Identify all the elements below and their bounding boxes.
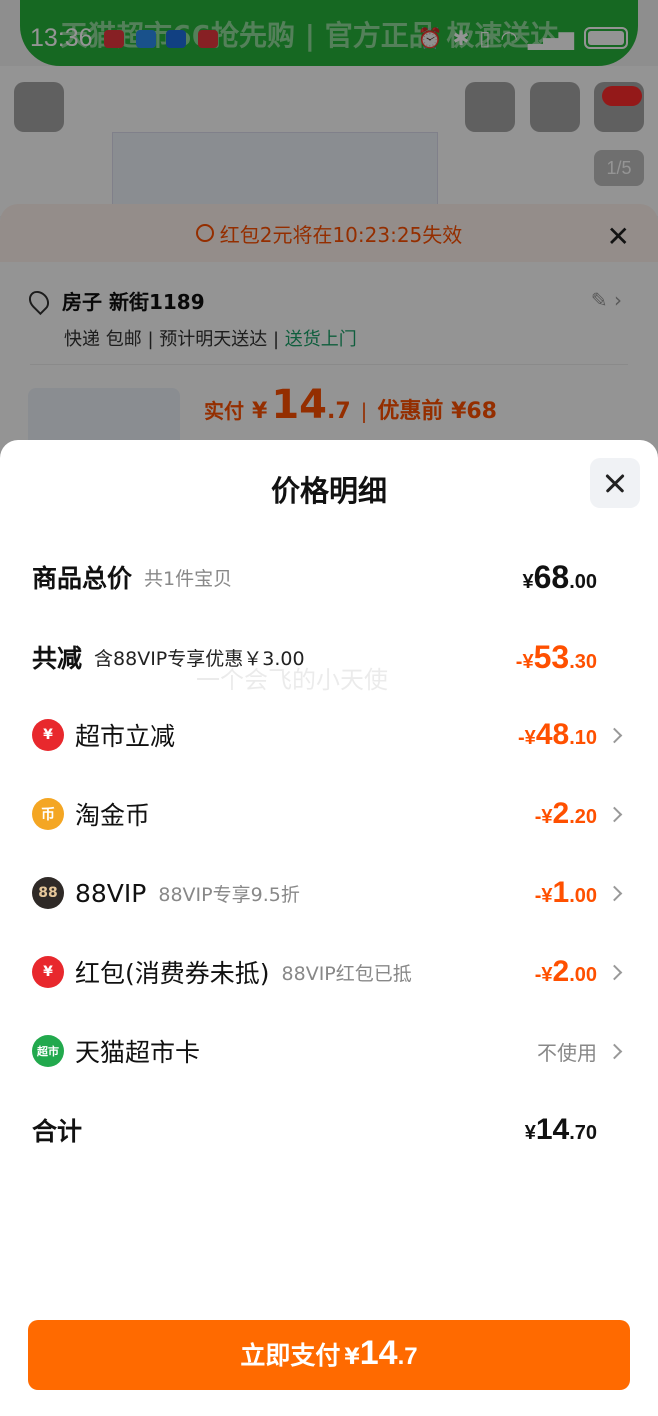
amount-yen: -¥	[534, 885, 553, 907]
red-envelope-row[interactable]: ¥ 红包(消费券未抵) 88VIP红包已抵 -¥ 2.00	[32, 947, 626, 997]
chevron-right-icon	[606, 806, 623, 822]
chevron-right-icon	[606, 727, 623, 743]
row-label: 合计	[32, 1117, 83, 1146]
88vip-icon: 88	[32, 877, 64, 909]
amount-int: 2	[552, 797, 570, 830]
tmall-supermarket-card-icon: 超市	[32, 1035, 64, 1067]
row-sub: 共1件宝贝	[144, 567, 233, 590]
row-label: 共减	[32, 644, 83, 673]
row-label: 天猫超市卡	[75, 1038, 201, 1067]
row-amount: -¥ 1.00	[535, 876, 597, 910]
88vip-row[interactable]: 88 88VIP 88VIP专享9.5折 -¥ 1.00	[32, 868, 626, 918]
modal-close-button[interactable]	[590, 458, 640, 508]
tmall-supermarket-card-row[interactable]: 超市 天猫超市卡 不使用	[32, 1026, 626, 1076]
supermarket-discount-icon: ¥	[32, 719, 64, 751]
amount-int: 14	[535, 1113, 570, 1146]
taojinbi-row[interactable]: 币 淘金币 -¥ 2.20	[32, 789, 626, 839]
row-label: 88VIP	[75, 878, 147, 908]
amount-int: 53	[533, 638, 570, 675]
row-sub: 88VIP红包已抵	[281, 962, 412, 985]
price-detail-modal: 价格明细 一个会飞的小天使 商品总价 共1件宝贝 ¥68.00 共减 含88VI…	[0, 440, 658, 1416]
total-discount-row: 共减 含88VIP专享优惠￥3.00 -¥ 53.30	[32, 632, 626, 682]
row-amount: ¥14.70	[525, 1113, 597, 1147]
amount-yen: -¥	[515, 650, 534, 673]
amount-yen: -¥	[518, 727, 536, 749]
row-amount: ¥68.00	[522, 559, 597, 596]
taojinbi-coin-icon: 币	[32, 798, 64, 830]
row-label: 红包(消费券未抵)	[75, 959, 270, 988]
total-goods-price-row: 商品总价 共1件宝贝 ¥68.00	[32, 552, 626, 602]
amount-dec: .00	[569, 964, 597, 986]
pay-now-int: 14	[359, 1334, 398, 1372]
row-amount: -¥ 48.10	[518, 718, 597, 752]
modal-title: 价格明细	[270, 474, 387, 508]
row-label: 超市立减	[75, 722, 176, 751]
row-amount: -¥ 2.00	[535, 955, 597, 989]
amount-dec: .00	[569, 885, 597, 907]
chevron-right-icon	[606, 964, 623, 980]
amount-int: 2	[552, 955, 570, 988]
row-sub: 88VIP专享9.5折	[158, 883, 300, 906]
pay-now-dec: .7	[397, 1343, 418, 1370]
row-amount: -¥ 53.30	[516, 639, 597, 676]
pay-now-yen: ¥	[344, 1345, 360, 1370]
amount-yen: -¥	[534, 806, 553, 828]
total-row: 合计 ¥14.70	[32, 1105, 626, 1155]
amount-int: 48	[535, 718, 570, 751]
chevron-right-icon	[606, 1043, 623, 1059]
amount-dec: .00	[569, 570, 597, 593]
amount-int: 68	[533, 558, 570, 595]
amount-dec: .10	[569, 727, 597, 749]
amount-yen: -¥	[534, 964, 553, 986]
chevron-right-icon	[606, 885, 623, 901]
amount-dec: .70	[569, 1122, 597, 1144]
amount-yen: ¥	[522, 570, 534, 593]
amount-int: 1	[552, 876, 570, 909]
pay-now-button[interactable]: 立即支付 ¥ 14 .7	[28, 1320, 630, 1390]
red-envelope-icon: ¥	[32, 956, 64, 988]
not-use-text: 不使用	[537, 1040, 597, 1065]
row-sub: 含88VIP专享优惠￥3.00	[94, 647, 305, 670]
amount-yen: ¥	[524, 1122, 536, 1144]
row-amount: -¥ 2.20	[535, 797, 597, 831]
row-label: 商品总价	[32, 564, 133, 593]
amount-dec: .30	[569, 650, 597, 673]
row-label: 淘金币	[75, 801, 151, 830]
amount-dec: .20	[569, 806, 597, 828]
pay-now-label: 立即支付	[240, 1341, 341, 1370]
supermarket-discount-row[interactable]: ¥ 超市立减 -¥ 48.10	[32, 710, 626, 760]
